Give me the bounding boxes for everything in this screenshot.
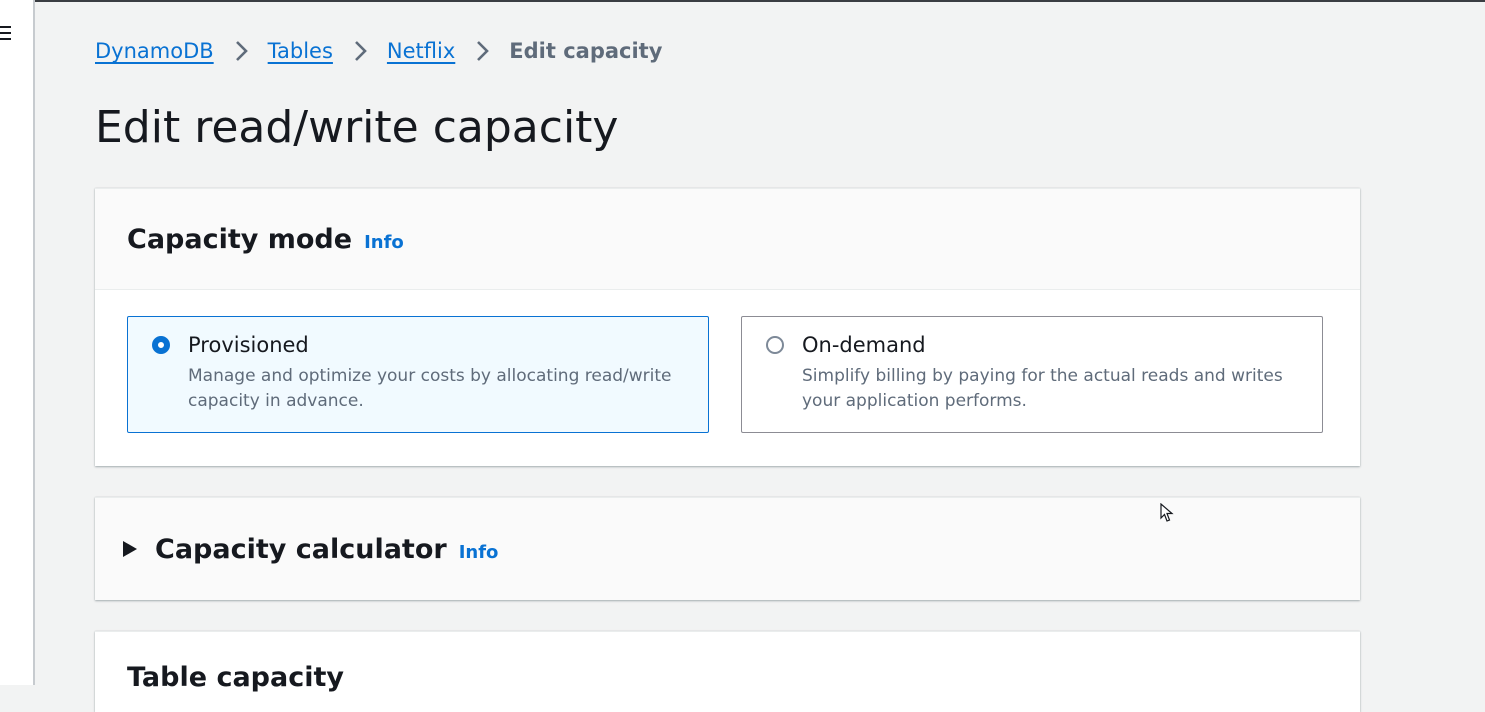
- breadcrumb: DynamoDB Tables Netflix Edit capacity: [95, 36, 662, 66]
- on-demand-description: Simplify billing by paying for the actua…: [802, 366, 1283, 411]
- chevron-right-icon: [235, 41, 248, 61]
- capacity-mode-info-link[interactable]: Info: [364, 232, 404, 253]
- capacity-mode-options: Provisioned Manage and optimize your cos…: [127, 316, 1323, 433]
- capacity-mode-header: Capacity mode Info: [95, 189, 1360, 290]
- provisioned-description: Manage and optimize your costs by alloca…: [188, 366, 672, 411]
- provisioned-label: Provisioned: [188, 333, 309, 357]
- provisioned-option-tile[interactable]: Provisioned Manage and optimize your cos…: [127, 316, 709, 433]
- chevron-right-icon: [355, 41, 367, 61]
- hamburger-menu-icon[interactable]: [0, 24, 11, 42]
- caret-right-icon[interactable]: [123, 541, 137, 557]
- breadcrumb-dynamodb[interactable]: DynamoDB: [95, 36, 214, 66]
- capacity-calculator-heading[interactable]: Capacity calculator: [155, 534, 447, 565]
- capacity-mode-heading: Capacity mode: [127, 223, 353, 255]
- provisioned-radio[interactable]: [152, 336, 170, 354]
- on-demand-radio[interactable]: [766, 336, 784, 354]
- page-title: Edit read/write capacity: [95, 102, 619, 153]
- side-navigation-rail: [0, 0, 35, 685]
- top-border: [0, 0, 1485, 2]
- breadcrumb-tables[interactable]: Tables: [268, 36, 333, 66]
- table-capacity-header: Table capacity: [95, 632, 1360, 712]
- capacity-calculator-info-link[interactable]: Info: [459, 542, 499, 563]
- table-capacity-heading: Table capacity: [127, 662, 344, 693]
- chevron-right-icon: [477, 41, 490, 61]
- on-demand-option-tile[interactable]: On-demand Simplify billing by paying for…: [741, 316, 1323, 433]
- capacity-mode-panel: Capacity mode Info Provisioned Manage an…: [95, 188, 1360, 466]
- table-capacity-panel: Table capacity: [95, 631, 1360, 712]
- breadcrumb-current: Edit capacity: [509, 39, 663, 63]
- breadcrumb-netflix[interactable]: Netflix: [387, 36, 455, 66]
- on-demand-label: On-demand: [802, 333, 926, 357]
- mouse-pointer-icon: [1160, 503, 1174, 522]
